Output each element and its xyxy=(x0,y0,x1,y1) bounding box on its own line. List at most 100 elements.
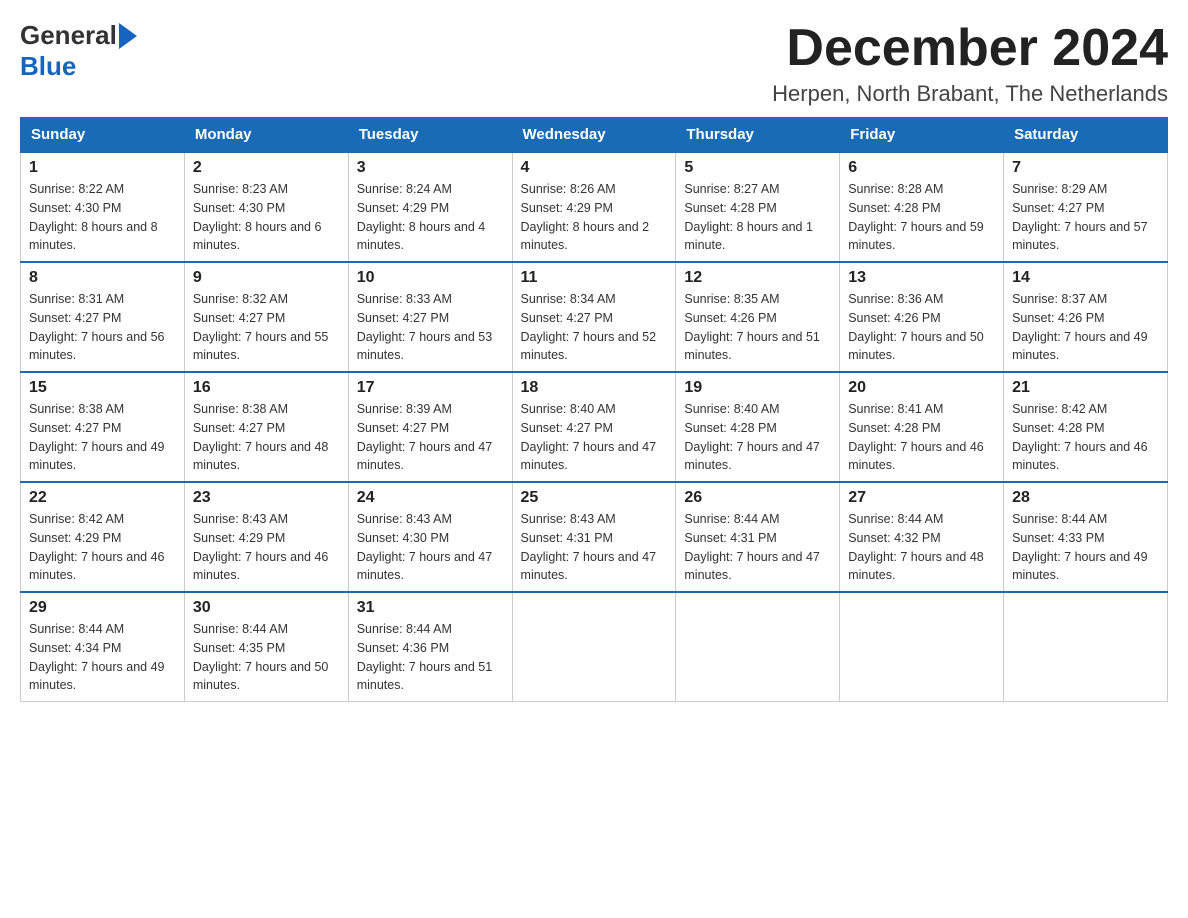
day-cell xyxy=(840,592,1004,702)
logo-general-text: General xyxy=(20,20,117,51)
day-cell: 17 Sunrise: 8:39 AMSunset: 4:27 PMDaylig… xyxy=(348,372,512,482)
weekday-header-row: Sunday Monday Tuesday Wednesday Thursday… xyxy=(21,118,1168,153)
day-number: 25 xyxy=(521,489,668,507)
header-tuesday: Tuesday xyxy=(348,118,512,153)
day-info: Sunrise: 8:40 AMSunset: 4:28 PMDaylight:… xyxy=(684,402,820,472)
day-info: Sunrise: 8:44 AMSunset: 4:32 PMDaylight:… xyxy=(848,512,984,582)
day-number: 22 xyxy=(29,489,176,507)
day-cell: 4 Sunrise: 8:26 AMSunset: 4:29 PMDayligh… xyxy=(512,152,676,262)
day-cell: 3 Sunrise: 8:24 AMSunset: 4:29 PMDayligh… xyxy=(348,152,512,262)
day-number: 7 xyxy=(1012,159,1159,177)
day-cell: 16 Sunrise: 8:38 AMSunset: 4:27 PMDaylig… xyxy=(184,372,348,482)
day-number: 1 xyxy=(29,159,176,177)
day-number: 15 xyxy=(29,379,176,397)
day-info: Sunrise: 8:42 AMSunset: 4:28 PMDaylight:… xyxy=(1012,402,1148,472)
day-number: 23 xyxy=(193,489,340,507)
page-header: General Blue December 2024 Herpen, North… xyxy=(20,20,1168,107)
day-info: Sunrise: 8:36 AMSunset: 4:26 PMDaylight:… xyxy=(848,292,984,362)
day-cell: 9 Sunrise: 8:32 AMSunset: 4:27 PMDayligh… xyxy=(184,262,348,372)
day-cell: 26 Sunrise: 8:44 AMSunset: 4:31 PMDaylig… xyxy=(676,482,840,592)
day-number: 31 xyxy=(357,599,504,617)
day-cell: 1 Sunrise: 8:22 AMSunset: 4:30 PMDayligh… xyxy=(21,152,185,262)
day-cell: 7 Sunrise: 8:29 AMSunset: 4:27 PMDayligh… xyxy=(1004,152,1168,262)
header-saturday: Saturday xyxy=(1004,118,1168,153)
day-number: 9 xyxy=(193,269,340,287)
day-number: 4 xyxy=(521,159,668,177)
day-info: Sunrise: 8:38 AMSunset: 4:27 PMDaylight:… xyxy=(193,402,329,472)
day-number: 2 xyxy=(193,159,340,177)
day-number: 29 xyxy=(29,599,176,617)
title-area: December 2024 Herpen, North Brabant, The… xyxy=(772,20,1168,107)
day-info: Sunrise: 8:44 AMSunset: 4:36 PMDaylight:… xyxy=(357,622,493,692)
day-number: 14 xyxy=(1012,269,1159,287)
calendar-table: Sunday Monday Tuesday Wednesday Thursday… xyxy=(20,117,1168,702)
day-info: Sunrise: 8:32 AMSunset: 4:27 PMDaylight:… xyxy=(193,292,329,362)
day-cell: 5 Sunrise: 8:27 AMSunset: 4:28 PMDayligh… xyxy=(676,152,840,262)
day-number: 10 xyxy=(357,269,504,287)
day-info: Sunrise: 8:28 AMSunset: 4:28 PMDaylight:… xyxy=(848,182,984,252)
day-cell: 28 Sunrise: 8:44 AMSunset: 4:33 PMDaylig… xyxy=(1004,482,1168,592)
day-number: 19 xyxy=(684,379,831,397)
day-info: Sunrise: 8:44 AMSunset: 4:34 PMDaylight:… xyxy=(29,622,165,692)
day-info: Sunrise: 8:34 AMSunset: 4:27 PMDaylight:… xyxy=(521,292,657,362)
day-cell xyxy=(512,592,676,702)
week-row-5: 29 Sunrise: 8:44 AMSunset: 4:34 PMDaylig… xyxy=(21,592,1168,702)
day-number: 3 xyxy=(357,159,504,177)
day-cell: 27 Sunrise: 8:44 AMSunset: 4:32 PMDaylig… xyxy=(840,482,1004,592)
header-friday: Friday xyxy=(840,118,1004,153)
day-info: Sunrise: 8:44 AMSunset: 4:35 PMDaylight:… xyxy=(193,622,329,692)
week-row-4: 22 Sunrise: 8:42 AMSunset: 4:29 PMDaylig… xyxy=(21,482,1168,592)
day-cell: 2 Sunrise: 8:23 AMSunset: 4:30 PMDayligh… xyxy=(184,152,348,262)
day-cell: 30 Sunrise: 8:44 AMSunset: 4:35 PMDaylig… xyxy=(184,592,348,702)
day-number: 16 xyxy=(193,379,340,397)
day-info: Sunrise: 8:40 AMSunset: 4:27 PMDaylight:… xyxy=(521,402,657,472)
day-cell: 23 Sunrise: 8:43 AMSunset: 4:29 PMDaylig… xyxy=(184,482,348,592)
day-info: Sunrise: 8:41 AMSunset: 4:28 PMDaylight:… xyxy=(848,402,984,472)
day-number: 18 xyxy=(521,379,668,397)
day-info: Sunrise: 8:43 AMSunset: 4:31 PMDaylight:… xyxy=(521,512,657,582)
day-cell: 8 Sunrise: 8:31 AMSunset: 4:27 PMDayligh… xyxy=(21,262,185,372)
day-cell: 20 Sunrise: 8:41 AMSunset: 4:28 PMDaylig… xyxy=(840,372,1004,482)
day-info: Sunrise: 8:39 AMSunset: 4:27 PMDaylight:… xyxy=(357,402,493,472)
day-cell: 13 Sunrise: 8:36 AMSunset: 4:26 PMDaylig… xyxy=(840,262,1004,372)
day-cell: 31 Sunrise: 8:44 AMSunset: 4:36 PMDaylig… xyxy=(348,592,512,702)
month-year-title: December 2024 xyxy=(772,20,1168,77)
day-number: 27 xyxy=(848,489,995,507)
day-info: Sunrise: 8:37 AMSunset: 4:26 PMDaylight:… xyxy=(1012,292,1148,362)
day-info: Sunrise: 8:24 AMSunset: 4:29 PMDaylight:… xyxy=(357,182,486,252)
day-cell: 12 Sunrise: 8:35 AMSunset: 4:26 PMDaylig… xyxy=(676,262,840,372)
day-number: 13 xyxy=(848,269,995,287)
header-monday: Monday xyxy=(184,118,348,153)
header-sunday: Sunday xyxy=(21,118,185,153)
week-row-1: 1 Sunrise: 8:22 AMSunset: 4:30 PMDayligh… xyxy=(21,152,1168,262)
day-cell: 21 Sunrise: 8:42 AMSunset: 4:28 PMDaylig… xyxy=(1004,372,1168,482)
day-cell: 10 Sunrise: 8:33 AMSunset: 4:27 PMDaylig… xyxy=(348,262,512,372)
day-cell xyxy=(676,592,840,702)
day-number: 11 xyxy=(521,269,668,287)
day-cell: 19 Sunrise: 8:40 AMSunset: 4:28 PMDaylig… xyxy=(676,372,840,482)
logo-arrow-icon xyxy=(119,23,137,49)
day-cell: 24 Sunrise: 8:43 AMSunset: 4:30 PMDaylig… xyxy=(348,482,512,592)
day-info: Sunrise: 8:35 AMSunset: 4:26 PMDaylight:… xyxy=(684,292,820,362)
day-info: Sunrise: 8:29 AMSunset: 4:27 PMDaylight:… xyxy=(1012,182,1148,252)
day-info: Sunrise: 8:42 AMSunset: 4:29 PMDaylight:… xyxy=(29,512,165,582)
day-number: 20 xyxy=(848,379,995,397)
day-cell: 29 Sunrise: 8:44 AMSunset: 4:34 PMDaylig… xyxy=(21,592,185,702)
day-info: Sunrise: 8:44 AMSunset: 4:31 PMDaylight:… xyxy=(684,512,820,582)
day-number: 26 xyxy=(684,489,831,507)
week-row-3: 15 Sunrise: 8:38 AMSunset: 4:27 PMDaylig… xyxy=(21,372,1168,482)
day-cell: 15 Sunrise: 8:38 AMSunset: 4:27 PMDaylig… xyxy=(21,372,185,482)
day-info: Sunrise: 8:38 AMSunset: 4:27 PMDaylight:… xyxy=(29,402,165,472)
day-number: 21 xyxy=(1012,379,1159,397)
day-info: Sunrise: 8:27 AMSunset: 4:28 PMDaylight:… xyxy=(684,182,813,252)
day-number: 17 xyxy=(357,379,504,397)
day-info: Sunrise: 8:26 AMSunset: 4:29 PMDaylight:… xyxy=(521,182,650,252)
header-wednesday: Wednesday xyxy=(512,118,676,153)
day-number: 28 xyxy=(1012,489,1159,507)
logo: General Blue xyxy=(20,20,137,82)
day-cell: 6 Sunrise: 8:28 AMSunset: 4:28 PMDayligh… xyxy=(840,152,1004,262)
day-number: 8 xyxy=(29,269,176,287)
day-info: Sunrise: 8:33 AMSunset: 4:27 PMDaylight:… xyxy=(357,292,493,362)
day-cell: 18 Sunrise: 8:40 AMSunset: 4:27 PMDaylig… xyxy=(512,372,676,482)
location-subtitle: Herpen, North Brabant, The Netherlands xyxy=(772,81,1168,107)
